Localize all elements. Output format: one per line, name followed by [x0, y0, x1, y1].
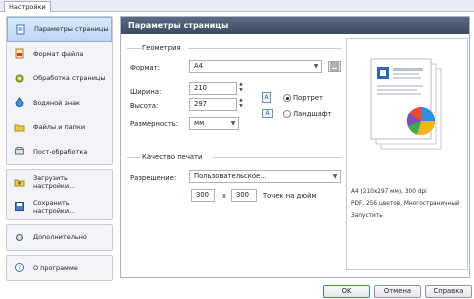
preview-pane: A4 (210x297 мм), 300 dpi PDF, 256 цветов…: [346, 38, 468, 270]
page-size-button[interactable]: [328, 61, 341, 72]
sidebar-item-label: Файлы и папки: [33, 123, 86, 132]
width-input[interactable]: 210: [189, 82, 237, 95]
resolution-label: Разрешение:: [130, 174, 177, 182]
dpi-y-input[interactable]: 300: [231, 189, 257, 202]
landscape-icon: A: [262, 109, 273, 118]
tab-settings[interactable]: Настройки: [4, 1, 51, 12]
sidebar-item-label: Формат файла: [33, 49, 84, 58]
help-button[interactable]: Справка: [425, 285, 472, 298]
units-value: мм: [194, 119, 205, 127]
sidebar-item-post-processing[interactable]: Пост-обработка: [7, 140, 112, 165]
resolution-value: Пользовательское...: [194, 172, 267, 180]
dpi-x-value: 300: [196, 191, 209, 199]
sidebar-item-load-settings[interactable]: Загрузить настройки...: [7, 170, 112, 195]
folder-icon: [13, 121, 25, 133]
sidebar-group-advanced: Дополнительно: [6, 224, 113, 251]
units-label: Размерность:: [130, 120, 179, 128]
portrait-label: Портрет: [293, 94, 323, 102]
height-value: 297: [194, 100, 207, 108]
sidebar-item-about[interactable]: ? О программе: [7, 256, 112, 281]
post-processing-icon: [13, 146, 25, 158]
sidebar-item-label: О программе: [33, 263, 78, 272]
format-value: A4: [194, 62, 203, 70]
width-value: 210: [194, 84, 207, 92]
panel-title: Параметры страницы: [121, 17, 469, 34]
sidebar: Параметры страницы Формат файла Обработк…: [6, 16, 113, 281]
dpi-separator: x: [222, 192, 227, 200]
sidebar-item-file-format[interactable]: Формат файла: [7, 42, 112, 67]
quality-section-title: Качество печати: [142, 153, 203, 161]
width-spinner[interactable]: ▲ ▼: [237, 82, 245, 95]
page-processing-icon: [13, 72, 25, 84]
sidebar-item-page-setup[interactable]: Параметры страницы: [7, 17, 112, 42]
ok-button[interactable]: OK: [323, 285, 370, 298]
chevron-down-icon: ▼: [230, 120, 236, 127]
portrait-icon: A: [262, 92, 271, 103]
sidebar-item-label: Загрузить настройки...: [33, 174, 76, 191]
height-spinner[interactable]: ▲ ▼: [237, 98, 245, 111]
page-size-icon: [330, 62, 339, 71]
dpi-x-input[interactable]: 300: [191, 189, 215, 202]
sidebar-item-label: Дополнительно: [33, 233, 87, 242]
quality-rule-right: [213, 157, 342, 158]
landscape-label: Ландшафт: [293, 110, 332, 118]
sidebar-group-main: Параметры страницы Формат файла Обработк…: [6, 16, 113, 165]
sidebar-item-page-processing[interactable]: Обработка страницы: [7, 66, 112, 91]
sidebar-group-settings: Загрузить настройки... Сохранить настрой…: [6, 169, 113, 220]
format-select[interactable]: A4 ▼: [189, 60, 322, 73]
chevron-down-icon: ▼: [332, 173, 338, 180]
units-select[interactable]: мм ▼: [189, 117, 239, 130]
resolution-select[interactable]: Пользовательское... ▼: [189, 170, 341, 183]
landscape-radio[interactable]: [283, 110, 291, 118]
dpi-y-value: 300: [236, 191, 249, 199]
sidebar-group-about: ? О программе: [6, 254, 113, 281]
geometry-section-title: Геометрия: [142, 44, 181, 52]
file-format-icon: [13, 48, 25, 60]
page-setup-icon: [14, 23, 26, 35]
watermark-icon: [13, 97, 25, 109]
advanced-icon: [13, 231, 25, 243]
geometry-rule-right: [188, 48, 342, 49]
chevron-down-icon: ▼: [313, 63, 319, 70]
height-label: Высота:: [130, 102, 159, 110]
portrait-radio[interactable]: [283, 94, 291, 102]
tab-bar: Настройки: [0, 0, 474, 12]
height-input[interactable]: 297: [189, 98, 237, 111]
preview-file-info: PDF, 256 цветов, Многостраничный: [351, 201, 460, 207]
sidebar-item-watermark[interactable]: Водяной знак: [7, 91, 112, 116]
load-settings-icon: [13, 176, 25, 188]
sidebar-item-label: Параметры страницы: [34, 25, 109, 34]
sidebar-item-files-folders[interactable]: Файлы и папки: [7, 115, 112, 140]
quality-rule-left: [127, 157, 141, 158]
width-label: Ширина:: [130, 88, 162, 96]
save-settings-icon: [13, 201, 25, 213]
document-preview-image: [370, 58, 442, 150]
cancel-button[interactable]: Отмена: [374, 285, 421, 298]
sidebar-item-advanced[interactable]: Дополнительно: [7, 225, 112, 250]
format-label: Формат:: [130, 64, 160, 72]
sidebar-item-label: Обработка страницы: [33, 74, 106, 83]
preview-action-info: Запустить: [351, 213, 383, 219]
sidebar-item-label: Пост-обработка: [33, 147, 88, 156]
dpi-unit-label: Точек на дюйм: [263, 192, 317, 200]
about-icon: ?: [13, 262, 25, 274]
sidebar-item-label: Сохранить настройки...: [33, 198, 76, 215]
sidebar-item-save-settings[interactable]: Сохранить настройки...: [7, 195, 112, 220]
preview-format-info: A4 (210x297 мм), 300 dpi: [351, 189, 427, 195]
geometry-rule-left: [127, 48, 141, 49]
svg-text:?: ?: [17, 265, 20, 272]
sidebar-item-label: Водяной знак: [33, 98, 80, 107]
